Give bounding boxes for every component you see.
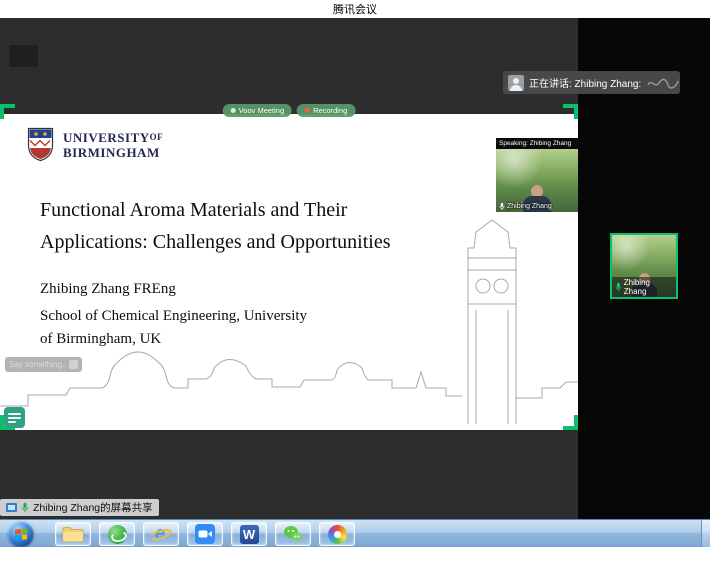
camera-dot-icon <box>231 108 236 113</box>
university-crest-icon <box>27 127 54 162</box>
list-line-icon <box>8 421 16 423</box>
meeting-button[interactable]: Voov Meeting <box>223 104 292 117</box>
side-video-tile[interactable]: Zhibing Zhang <box>610 233 678 299</box>
green-browser-button[interactable] <box>99 522 135 546</box>
record-dot-icon <box>305 108 310 113</box>
shared-screen: Voov Meeting Recording <box>0 104 578 430</box>
internet-explorer-button[interactable]: e <box>143 522 179 546</box>
green-browser-icon <box>108 525 127 544</box>
meeting-window: 正在讲话: Zhibing Zhang: Voov Meeting Record… <box>0 18 710 519</box>
chat-input-box[interactable] <box>5 357 82 372</box>
mic-icon <box>21 502 29 513</box>
palette-icon <box>328 525 347 544</box>
recording-button[interactable]: Recording <box>297 104 355 117</box>
word-button[interactable]: W <box>231 522 267 546</box>
window-titlebar: 腾讯会议 <box>0 0 710 18</box>
emoji-button[interactable] <box>69 360 78 369</box>
word-icon: W <box>240 525 259 544</box>
mic-icon <box>499 202 505 211</box>
start-button[interactable] <box>8 521 34 547</box>
slide-author: Zhibing Zhang FREng <box>40 281 176 298</box>
windows-explorer-button[interactable] <box>55 522 91 546</box>
taskbar-apps: e W <box>55 522 355 546</box>
share-corner-bottom-right <box>563 415 578 430</box>
speaking-text: 正在讲话: Zhibing Zhang: <box>529 75 641 90</box>
list-line-icon <box>8 413 21 415</box>
windows-taskbar: e W <box>0 519 710 547</box>
mic-icon <box>615 282 622 292</box>
palette-app-button[interactable] <box>319 522 355 546</box>
slide-affiliation: School of Chemical Engineering, Universi… <box>40 305 307 351</box>
screen: 腾讯会议 正在讲话: Zhibing Zhang: Voov Meeting R <box>0 0 710 563</box>
tencent-meeting-icon <box>195 524 215 544</box>
wechat-icon <box>283 524 303 544</box>
share-toolbar: Voov Meeting Recording <box>223 104 356 117</box>
bottom-margin <box>0 547 710 563</box>
university-logo: UNIVERSITYOF BIRMINGHAM <box>27 127 163 162</box>
share-status-text: Zhibing Zhang的屏幕共享 <box>33 500 153 515</box>
share-corner-top-left <box>0 104 15 119</box>
toolbar-remnant <box>9 45 38 67</box>
speaker-avatar <box>508 75 524 91</box>
tencent-meeting-button[interactable] <box>187 522 223 546</box>
speaking-banner: 正在讲话: Zhibing Zhang: <box>503 71 680 94</box>
list-line-icon <box>8 417 21 419</box>
presentation-slide: UNIVERSITYOF BIRMINGHAM Functional Aroma… <box>0 114 578 430</box>
audio-waveform-icon <box>646 76 680 90</box>
internet-explorer-icon: e <box>149 523 173 545</box>
windows-flag-icon <box>15 528 27 540</box>
speaker-video-tile[interactable]: Speaking: Zhibing Zhang Zhibing Zhang <box>496 138 578 212</box>
show-desktop-button[interactable] <box>701 520 710 548</box>
chat-toggle-button[interactable] <box>4 407 25 428</box>
university-logo-text: UNIVERSITYOF BIRMINGHAM <box>63 130 163 160</box>
window-title: 腾讯会议 <box>333 1 377 17</box>
slide-title: Functional Aroma Materials and Their App… <box>40 194 391 258</box>
chat-input[interactable] <box>9 360 66 369</box>
speaker-video-feed: Zhibing Zhang <box>496 149 578 212</box>
share-status-bar: Zhibing Zhang的屏幕共享 <box>0 499 159 516</box>
screen-share-icon <box>6 503 17 512</box>
wechat-button[interactable] <box>275 522 311 546</box>
folder-icon <box>62 526 84 543</box>
speaker-tile-header: Speaking: Zhibing Zhang <box>496 138 578 149</box>
speaker-name-label: Zhibing Zhang <box>496 201 555 212</box>
side-name-label: Zhibing Zhang <box>612 277 676 297</box>
share-corner-top-right <box>563 104 578 119</box>
